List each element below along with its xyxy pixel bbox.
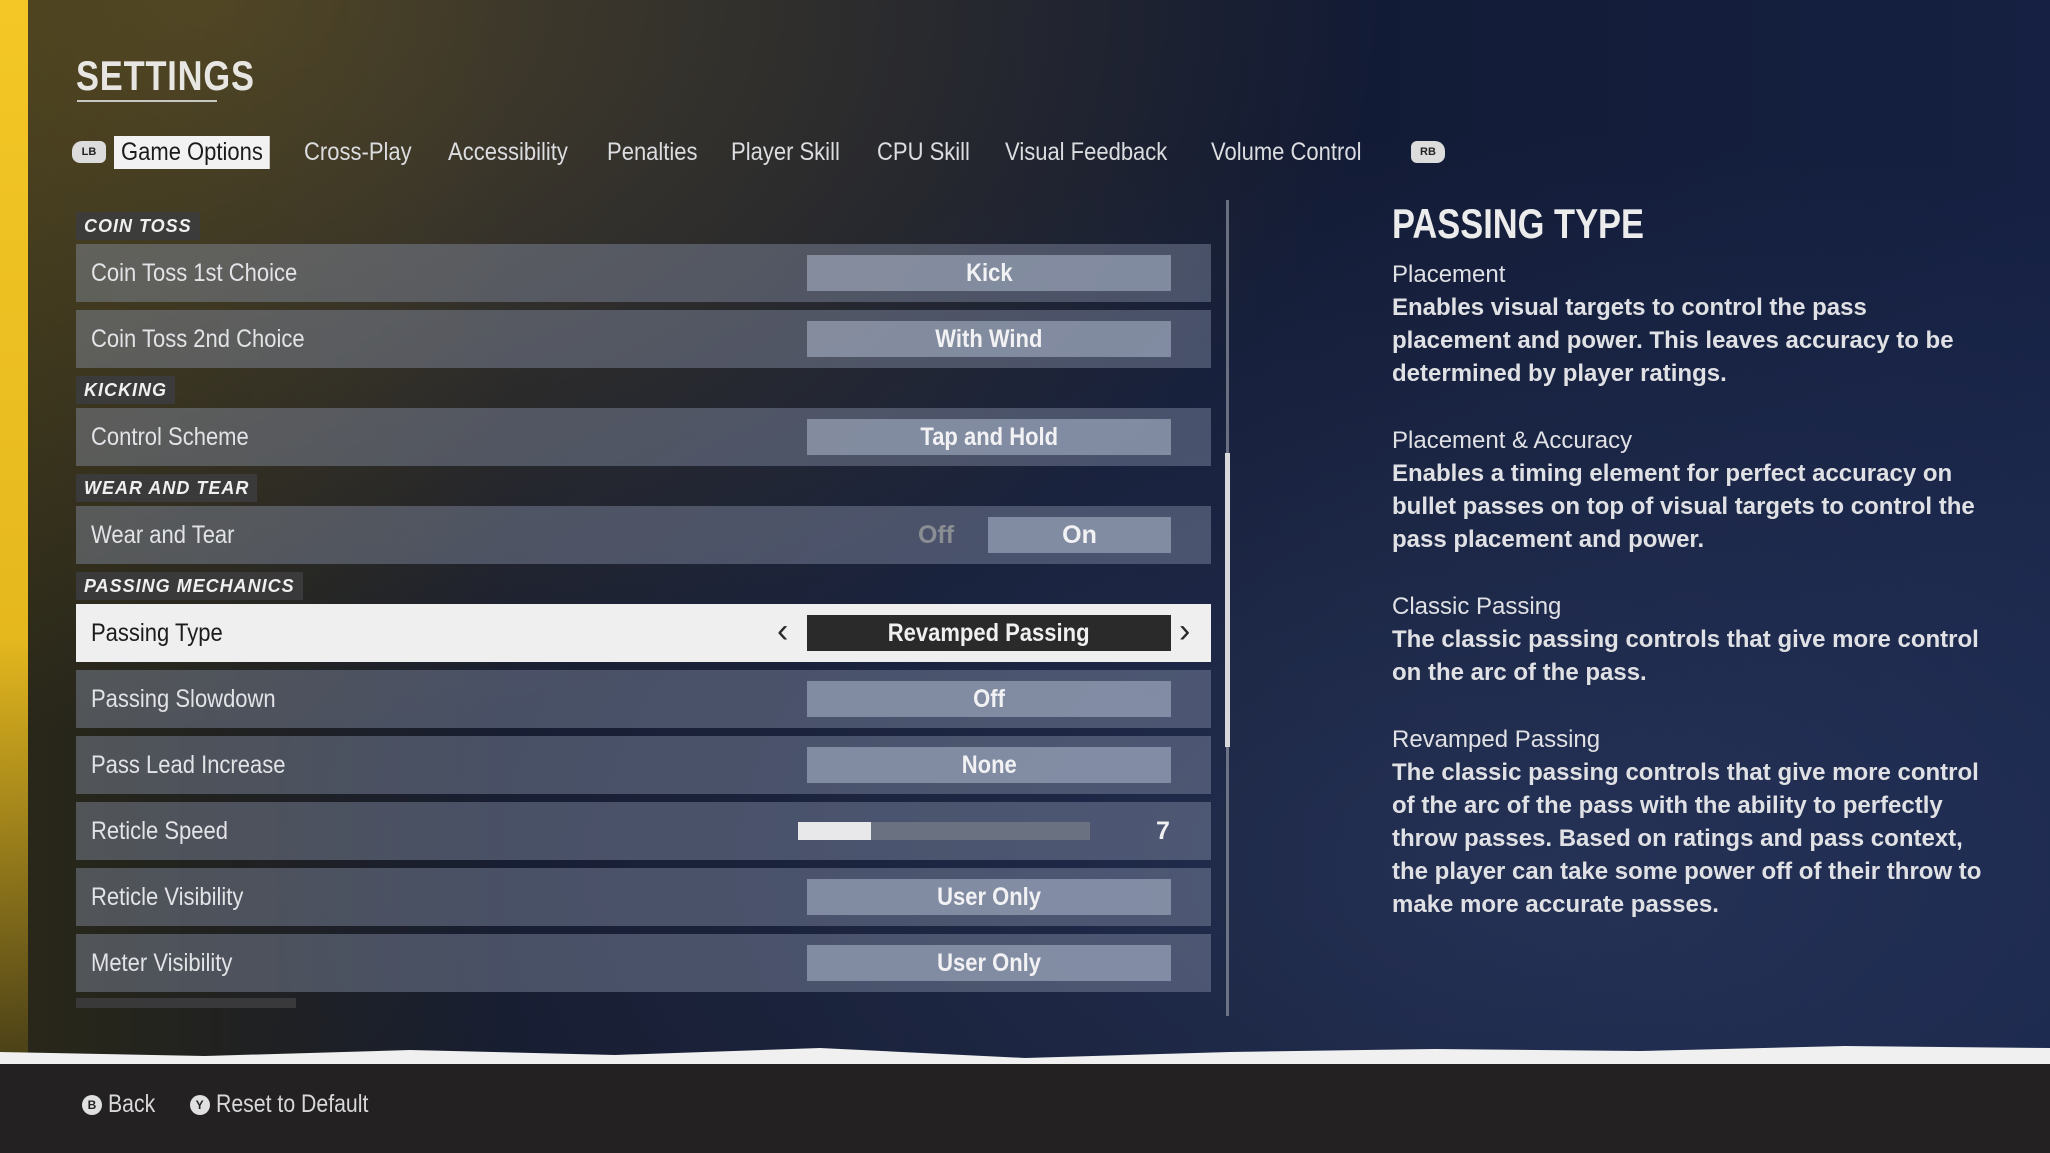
setting-value-text: Off [973,685,1005,713]
setting-row-meter-visibility[interactable]: Meter Visibility User Only [76,934,1211,992]
setting-value-text: Kick [965,259,1013,287]
chevron-right-icon[interactable]: › [1179,612,1190,651]
reset-label: Reset to Default [215,1090,368,1118]
detail-entry: Classic Passing The classic passing cont… [1392,590,1992,689]
detail-panel: PASSING TYPE Placement Enables visual ta… [1392,200,1992,955]
footer-hints: B Back Y Reset to Default [82,1090,395,1119]
scrollbar-thumb[interactable] [1225,452,1230,747]
toggle-off-option[interactable]: Off [881,521,991,550]
setting-value[interactable]: Tap and Hold [807,419,1171,455]
tab-penalties[interactable]: Penalties [600,136,705,169]
setting-row-pass-lead-increase[interactable]: Pass Lead Increase None [76,736,1211,794]
setting-value[interactable]: Kick [807,255,1171,291]
setting-value[interactable]: Off [807,681,1171,717]
detail-option-name: Revamped Passing [1392,726,1601,753]
detail-entry: Revamped Passing The classic passing con… [1392,723,1992,921]
setting-value-text: With Wind [935,325,1043,353]
setting-row-reticle-visibility[interactable]: Reticle Visibility User Only [76,868,1211,926]
setting-label: Coin Toss 2nd Choice [91,324,305,353]
section-label-kicking: KICKING [76,376,175,404]
setting-label: Passing Type [91,618,223,647]
section-label-wear-and-tear: WEAR AND TEAR [76,474,258,502]
tab-visual-feedback[interactable]: Visual Feedback [998,136,1174,169]
setting-value-text: User Only [937,949,1041,977]
b-button-icon: B [82,1094,102,1115]
detail-option-desc: Enables a timing element for perfect acc… [1392,460,1975,553]
detail-option-name: Placement & Accuracy [1392,427,1633,454]
tab-cross-play[interactable]: Cross-Play [297,136,419,169]
setting-row-passing-slowdown[interactable]: Passing Slowdown Off [76,670,1211,728]
setting-label: Coin Toss 1st Choice [91,258,298,287]
reticle-speed-slider[interactable] [798,822,1090,840]
slider-value: 7 [1156,816,1170,845]
detail-option-desc: The classic passing controls that give m… [1392,626,1979,686]
back-label: Back [108,1090,156,1118]
back-button[interactable]: B Back [82,1090,164,1119]
section-label-cutoff [76,998,296,1008]
detail-option-desc: The classic passing controls that give m… [1392,759,1982,918]
setting-label: Control Scheme [91,422,249,451]
setting-label: Reticle Visibility [91,882,244,911]
setting-value[interactable]: With Wind [807,321,1171,357]
setting-label: Wear and Tear [91,520,235,549]
setting-row-reticle-speed[interactable]: Reticle Speed 7 [76,802,1211,860]
setting-row-passing-type[interactable]: Passing Type ‹ Revamped Passing › [76,604,1211,662]
setting-label: Pass Lead Increase [91,750,286,779]
detail-option-name: Placement [1392,261,1506,288]
reset-to-default-button[interactable]: Y Reset to Default [189,1090,395,1119]
tab-accessibility[interactable]: Accessibility [441,136,575,169]
section-label-passing-mechanics: PASSING MECHANICS [76,572,303,600]
section-label-coin-toss: COIN TOSS [76,212,200,240]
setting-value[interactable]: User Only [807,945,1171,981]
y-button-icon: Y [189,1094,210,1115]
scrollbar[interactable] [1225,200,1230,1016]
setting-value-text: Revamped Passing [888,619,1090,647]
tab-volume-control[interactable]: Volume Control [1204,136,1369,169]
yellow-brush-edge [0,0,28,1060]
setting-label: Reticle Speed [91,816,228,845]
tab-cpu-skill[interactable]: CPU Skill [870,136,977,169]
lb-bumper-icon[interactable]: LB [72,141,106,163]
setting-value-text: User Only [937,883,1041,911]
setting-row-control-scheme[interactable]: Control Scheme Tap and Hold [76,408,1211,466]
setting-value[interactable]: Revamped Passing [807,615,1171,651]
setting-value[interactable]: User Only [807,879,1171,915]
detail-option-desc: Enables visual targets to control the pa… [1392,294,1954,387]
setting-value[interactable]: None [807,747,1171,783]
setting-row-wear-and-tear[interactable]: Wear and Tear Off On [76,506,1211,564]
setting-value-text: Tap and Hold [920,423,1058,451]
tab-player-skill[interactable]: Player Skill [724,136,847,169]
detail-option-name: Classic Passing [1392,593,1562,620]
page-title: SETTINGS [76,52,255,99]
setting-label: Meter Visibility [91,948,233,977]
slider-fill [798,822,871,840]
setting-row-coin-toss-1st[interactable]: Coin Toss 1st Choice Kick [76,244,1211,302]
detail-entry: Placement Enables visual targets to cont… [1392,258,1992,390]
setting-row-coin-toss-2nd[interactable]: Coin Toss 2nd Choice With Wind [76,310,1211,368]
detail-title: PASSING TYPE [1392,200,1644,247]
tab-game-options[interactable]: Game Options [114,135,270,169]
toggle-on-option[interactable]: On [988,517,1171,553]
tab-bar: LB Game Options Cross-Play Accessibility… [72,134,1445,170]
rb-bumper-icon[interactable]: RB [1411,141,1445,163]
title-underline [77,100,217,102]
detail-entry: Placement & Accuracy Enables a timing el… [1392,424,1992,556]
settings-list: COIN TOSS Coin Toss 1st Choice Kick Coin… [76,212,1211,1008]
setting-value-text: None [961,751,1017,779]
chevron-left-icon[interactable]: ‹ [777,612,788,651]
setting-label: Passing Slowdown [91,684,276,713]
